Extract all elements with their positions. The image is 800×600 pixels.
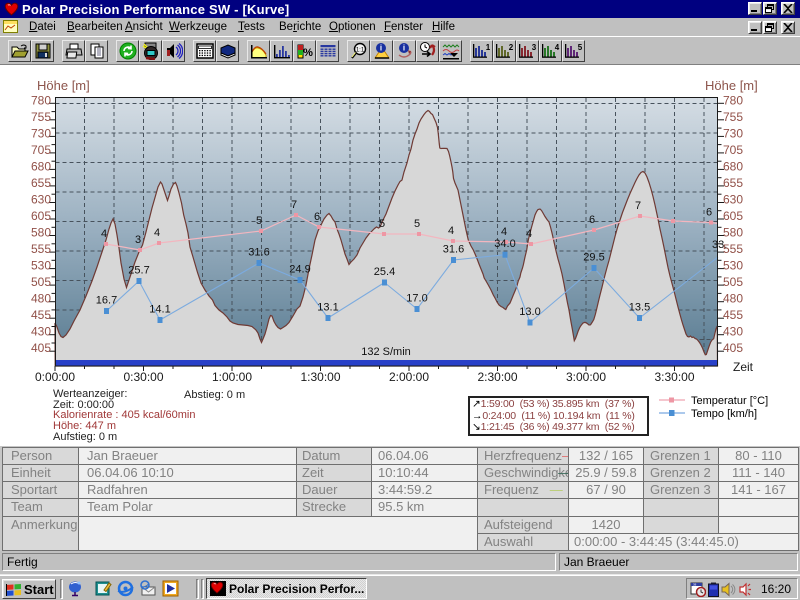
svg-text:530: 530 (31, 259, 51, 273)
svg-text:29.5: 29.5 (583, 252, 604, 264)
svg-text:5: 5 (379, 218, 385, 230)
svg-text:3: 3 (532, 43, 537, 52)
svg-text:Höhe [m]: Höhe [m] (37, 78, 90, 93)
svg-text:4: 4 (501, 226, 507, 238)
svg-text:655: 655 (31, 176, 51, 190)
svg-text:605: 605 (723, 209, 743, 223)
svg-text:Temperatur [°C]: Temperatur [°C] (691, 395, 768, 407)
svg-text:4: 4 (154, 227, 160, 239)
svg-text:34.0: 34.0 (494, 238, 515, 250)
svg-text:2:30:00: 2:30:00 (477, 370, 517, 384)
svg-text:630: 630 (723, 193, 743, 207)
svg-text:25.4: 25.4 (374, 266, 395, 278)
svg-text:755: 755 (31, 110, 51, 124)
svg-text:4: 4 (448, 225, 454, 237)
svg-text:780: 780 (31, 93, 51, 107)
svg-text:705: 705 (31, 143, 51, 157)
svg-text:1: 1 (486, 43, 491, 52)
svg-text:Höhe [m]: Höhe [m] (705, 78, 758, 93)
svg-text:i: i (379, 44, 381, 53)
svg-text:4: 4 (526, 228, 532, 240)
svg-text:505: 505 (31, 275, 51, 289)
svg-text:13.5: 13.5 (629, 302, 650, 314)
svg-text:7: 7 (291, 199, 297, 211)
svg-text:0:30:00: 0:30:00 (123, 370, 163, 384)
svg-text:730: 730 (723, 126, 743, 140)
svg-text:24.9: 24.9 (289, 264, 310, 276)
svg-text:7: 7 (635, 200, 641, 212)
svg-text:Tempo [km/h]: Tempo [km/h] (691, 408, 757, 420)
svg-text:13.1: 13.1 (317, 302, 338, 314)
svg-text:630: 630 (31, 193, 51, 207)
svg-text:4: 4 (555, 43, 560, 52)
svg-text:2: 2 (509, 43, 514, 52)
svg-text:580: 580 (31, 226, 51, 240)
svg-text:505: 505 (723, 275, 743, 289)
svg-text:555: 555 (723, 242, 743, 256)
svg-text:1:1: 1:1 (355, 48, 364, 54)
svg-text:3:30:00: 3:30:00 (654, 370, 694, 384)
svg-text:555: 555 (31, 242, 51, 256)
svg-text:6: 6 (314, 211, 320, 223)
svg-text:6: 6 (706, 207, 712, 219)
svg-text:455: 455 (31, 308, 51, 322)
svg-text:780: 780 (723, 93, 743, 107)
svg-text:430: 430 (31, 325, 51, 339)
svg-text:5: 5 (414, 218, 420, 230)
svg-text:680: 680 (31, 159, 51, 173)
svg-text:4: 4 (101, 228, 107, 240)
svg-text:1:00:00: 1:00:00 (212, 370, 252, 384)
svg-text:530: 530 (723, 259, 743, 273)
svg-text:25.7: 25.7 (128, 265, 149, 277)
svg-text:13.0: 13.0 (519, 306, 540, 318)
svg-text:14.1: 14.1 (149, 304, 170, 316)
svg-text:31.6: 31.6 (443, 244, 464, 256)
svg-text:755: 755 (723, 110, 743, 124)
svg-text:580: 580 (723, 226, 743, 240)
svg-text:16.7: 16.7 (96, 295, 117, 307)
svg-text:Zeit: Zeit (733, 360, 754, 374)
svg-text:5: 5 (256, 215, 262, 227)
svg-text:605: 605 (31, 209, 51, 223)
svg-text:680: 680 (723, 159, 743, 173)
svg-text:705: 705 (723, 143, 743, 157)
svg-text:31.6: 31.6 (248, 247, 269, 259)
svg-text:430: 430 (723, 325, 743, 339)
svg-text:%: % (303, 47, 313, 59)
svg-text:730: 730 (31, 126, 51, 140)
svg-text:455: 455 (723, 308, 743, 322)
svg-text:132 S/min: 132 S/min (361, 346, 411, 358)
svg-text:6: 6 (589, 214, 595, 226)
svg-text:405: 405 (723, 341, 743, 355)
svg-text:3:00:00: 3:00:00 (566, 370, 606, 384)
svg-text:1:30:00: 1:30:00 (300, 370, 340, 384)
svg-text:405: 405 (31, 341, 51, 355)
svg-text:480: 480 (723, 292, 743, 306)
svg-text:5: 5 (578, 43, 583, 52)
svg-text:480: 480 (31, 292, 51, 306)
svg-text:2:00:00: 2:00:00 (389, 370, 429, 384)
svg-text:3: 3 (135, 234, 141, 246)
svg-text:38: 38 (693, 583, 697, 587)
svg-text:17.0: 17.0 (406, 293, 427, 305)
svg-text:i: i (402, 44, 404, 53)
svg-text:0:00:00: 0:00:00 (35, 370, 75, 384)
svg-text:655: 655 (723, 176, 743, 190)
